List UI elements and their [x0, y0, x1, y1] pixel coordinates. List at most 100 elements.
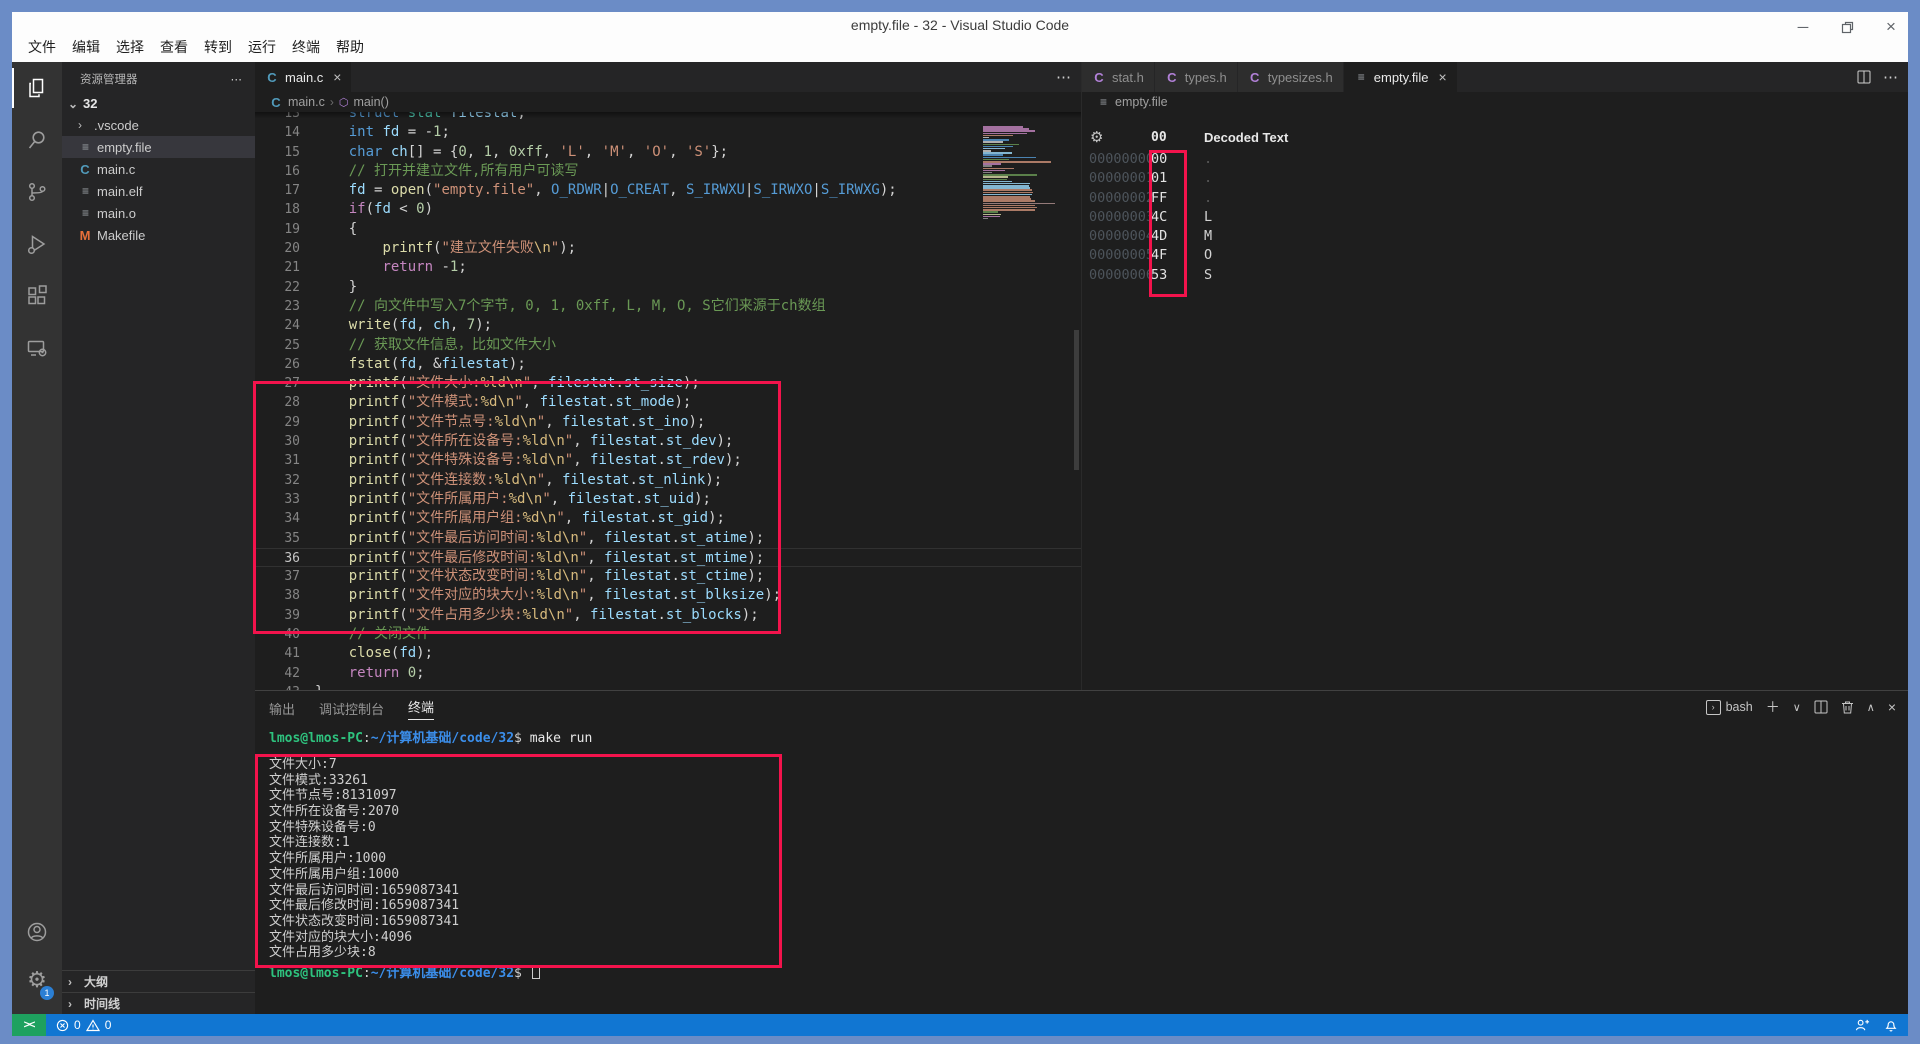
close-icon[interactable]: ×	[333, 69, 341, 85]
hex-byte[interactable]: 00	[1151, 150, 1167, 169]
code-line-18[interactable]: 18 if(fd < 0)	[255, 200, 1081, 219]
code-line-13[interactable]: 13 struct stat filestat;	[255, 112, 1081, 123]
code-line-33[interactable]: 33 printf("文件所属用户:%d\n", filestat.st_uid…	[255, 490, 1081, 509]
code-line-42[interactable]: 42 return 0;	[255, 664, 1081, 683]
explorer-more-icon[interactable]: ⋯	[231, 72, 244, 86]
code-line-32[interactable]: 32 printf("文件连接数:%ld\n", filestat.st_nli…	[255, 471, 1081, 490]
code-line-20[interactable]: 20 printf("建立文件失败\n");	[255, 239, 1081, 258]
explorer-item-.vscode[interactable]: ›.vscode	[62, 114, 255, 136]
code-line-39[interactable]: 39 printf("文件占用多少块:%ld\n", filestat.st_b…	[255, 606, 1081, 625]
hex-settings-gear-icon[interactable]: ⚙	[1090, 128, 1103, 146]
remote-explorer-icon[interactable]	[12, 322, 62, 374]
explorer-item-main.elf[interactable]: ≡main.elf	[62, 180, 255, 202]
code-line-23[interactable]: 23 // 向文件中写入7个字节, 0, 1, 0xff, L, M, O, S…	[255, 297, 1081, 316]
code-line-35[interactable]: 35 printf("文件最后访问时间:%ld\n", filestat.st_…	[255, 529, 1081, 548]
close-panel-icon[interactable]: ×	[1888, 699, 1896, 715]
more-actions-icon[interactable]: ⋯	[1056, 68, 1071, 86]
tab-main.c[interactable]: C main.c ×	[255, 62, 352, 92]
hex-row-00000002[interactable]: 00000002FF.	[1082, 189, 1908, 208]
hex-byte[interactable]: FF	[1151, 189, 1167, 208]
new-terminal-icon[interactable]: ＋	[1766, 697, 1780, 717]
code-line-19[interactable]: 19 {	[255, 220, 1081, 239]
panel-tab-输出[interactable]: 输出	[269, 697, 295, 718]
code-line-31[interactable]: 31 printf("文件特殊设备号:%ld\n", filestat.st_r…	[255, 451, 1081, 470]
editor-scrollbar[interactable]	[1074, 330, 1079, 470]
tab-empty.file[interactable]: ≡empty.file×	[1344, 62, 1458, 92]
menu-item-文件[interactable]: 文件	[20, 34, 64, 60]
feedback-icon[interactable]	[1855, 1018, 1870, 1033]
hex-row-00000004[interactable]: 000000044DM	[1082, 227, 1908, 246]
code-line-41[interactable]: 41 close(fd);	[255, 644, 1081, 663]
menu-item-运行[interactable]: 运行	[240, 34, 284, 60]
explorer-item-main.c[interactable]: Cmain.c	[62, 158, 255, 180]
hex-row-00000003[interactable]: 000000034CL	[1082, 208, 1908, 227]
menu-item-帮助[interactable]: 帮助	[328, 34, 372, 60]
run-debug-icon[interactable]	[12, 218, 62, 270]
hex-byte[interactable]: 4F	[1151, 246, 1167, 265]
code-line-22[interactable]: 22 }	[255, 278, 1081, 297]
code-line-40[interactable]: 40 // 关闭文件	[255, 625, 1081, 644]
panel-tab-终端[interactable]: 终端	[408, 695, 434, 720]
tab-stat.h[interactable]: Cstat.h	[1082, 62, 1155, 92]
explorer-item-empty.file[interactable]: ≡empty.file	[62, 136, 255, 158]
split-editor-icon[interactable]	[1857, 70, 1871, 84]
hex-row-00000000[interactable]: 0000000000.	[1082, 150, 1908, 169]
tab-typesizes.h[interactable]: Ctypesizes.h	[1238, 62, 1344, 92]
hex-row-00000005[interactable]: 000000054FO	[1082, 246, 1908, 265]
problems-status[interactable]: 0 0	[56, 1018, 111, 1032]
search-icon[interactable]	[12, 114, 62, 166]
hex-editor[interactable]: ⚙ 00 Decoded Text 0000000000.0000000101.…	[1082, 112, 1908, 690]
trash-icon[interactable]	[1841, 700, 1854, 714]
menu-item-终端[interactable]: 终端	[284, 34, 328, 60]
restore-button[interactable]	[1840, 20, 1854, 34]
terminal[interactable]: lmos@lmos-PC:~/计算机基础/code/32$ make run 文…	[269, 731, 1904, 1014]
menu-item-选择[interactable]: 选择	[108, 34, 152, 60]
explorer-icon[interactable]	[12, 62, 62, 114]
panel-tab-调试控制台[interactable]: 调试控制台	[319, 697, 384, 718]
code-line-14[interactable]: 14 int fd = -1;	[255, 123, 1081, 142]
timeline-section[interactable]: › 时间线	[62, 992, 255, 1014]
close-button[interactable]: ×	[1884, 20, 1898, 34]
hex-byte[interactable]: 53	[1151, 266, 1167, 285]
breadcrumb-symbol[interactable]: main()	[353, 95, 388, 109]
outline-section[interactable]: › 大纲	[62, 970, 255, 992]
explorer-root-folder[interactable]: ⌄ 32	[62, 93, 255, 114]
code-line-17[interactable]: 17 fd = open("empty.file", O_RDWR|O_CREA…	[255, 181, 1081, 200]
close-icon[interactable]: ×	[1438, 69, 1446, 85]
code-line-26[interactable]: 26 fstat(fd, &filestat);	[255, 355, 1081, 374]
settings-gear-icon[interactable]: ⚙ 1	[12, 958, 62, 1002]
menu-item-编辑[interactable]: 编辑	[64, 34, 108, 60]
code-line-15[interactable]: 15 char ch[] = {0, 1, 0xff, 'L', 'M', 'O…	[255, 143, 1081, 162]
hex-byte[interactable]: 4C	[1151, 208, 1167, 227]
code-line-16[interactable]: 16 // 打开并建立文件,所有用户可读写	[255, 162, 1081, 181]
code-line-37[interactable]: 37 printf("文件状态改变时间:%ld\n", filestat.st_…	[255, 567, 1081, 586]
code-line-21[interactable]: 21 return -1;	[255, 258, 1081, 277]
menu-item-转到[interactable]: 转到	[196, 34, 240, 60]
code-line-34[interactable]: 34 printf("文件所属用户组:%d\n", filestat.st_gi…	[255, 509, 1081, 528]
code-line-29[interactable]: 29 printf("文件节点号:%ld\n", filestat.st_ino…	[255, 413, 1081, 432]
code-line-43[interactable]: 43}	[255, 683, 1081, 690]
minimap[interactable]	[983, 126, 1055, 220]
source-control-icon[interactable]	[12, 166, 62, 218]
chevron-down-icon[interactable]: ∨	[1793, 701, 1801, 714]
code-line-30[interactable]: 30 printf("文件所在设备号:%ld\n", filestat.st_d…	[255, 432, 1081, 451]
menu-item-查看[interactable]: 查看	[152, 34, 196, 60]
minimize-button[interactable]: ─	[1796, 20, 1810, 34]
code-line-24[interactable]: 24 write(fd, ch, 7);	[255, 316, 1081, 335]
explorer-item-Makefile[interactable]: MMakefile	[62, 224, 255, 246]
split-terminal-icon[interactable]	[1814, 700, 1828, 714]
code-line-28[interactable]: 28 printf("文件模式:%d\n", filestat.st_mode)…	[255, 393, 1081, 412]
hex-byte[interactable]: 01	[1151, 169, 1167, 188]
code-line-27[interactable]: 27 printf("文件大小:%ld\n", filestat.st_size…	[255, 374, 1081, 393]
shell-picker[interactable]: › bash	[1706, 700, 1753, 715]
account-icon[interactable]	[12, 910, 62, 954]
explorer-item-main.o[interactable]: ≡main.o	[62, 202, 255, 224]
breadcrumb-file[interactable]: empty.file	[1115, 95, 1168, 109]
more-actions-icon[interactable]: ⋯	[1883, 68, 1898, 86]
extensions-icon[interactable]	[12, 270, 62, 322]
code-line-25[interactable]: 25 // 获取文件信息，比如文件大小	[255, 336, 1081, 355]
hex-row-00000001[interactable]: 0000000101.	[1082, 169, 1908, 188]
breadcrumb-file[interactable]: main.c	[288, 95, 325, 109]
hex-row-00000006[interactable]: 0000000653S	[1082, 266, 1908, 285]
hex-byte[interactable]: 4D	[1151, 227, 1167, 246]
